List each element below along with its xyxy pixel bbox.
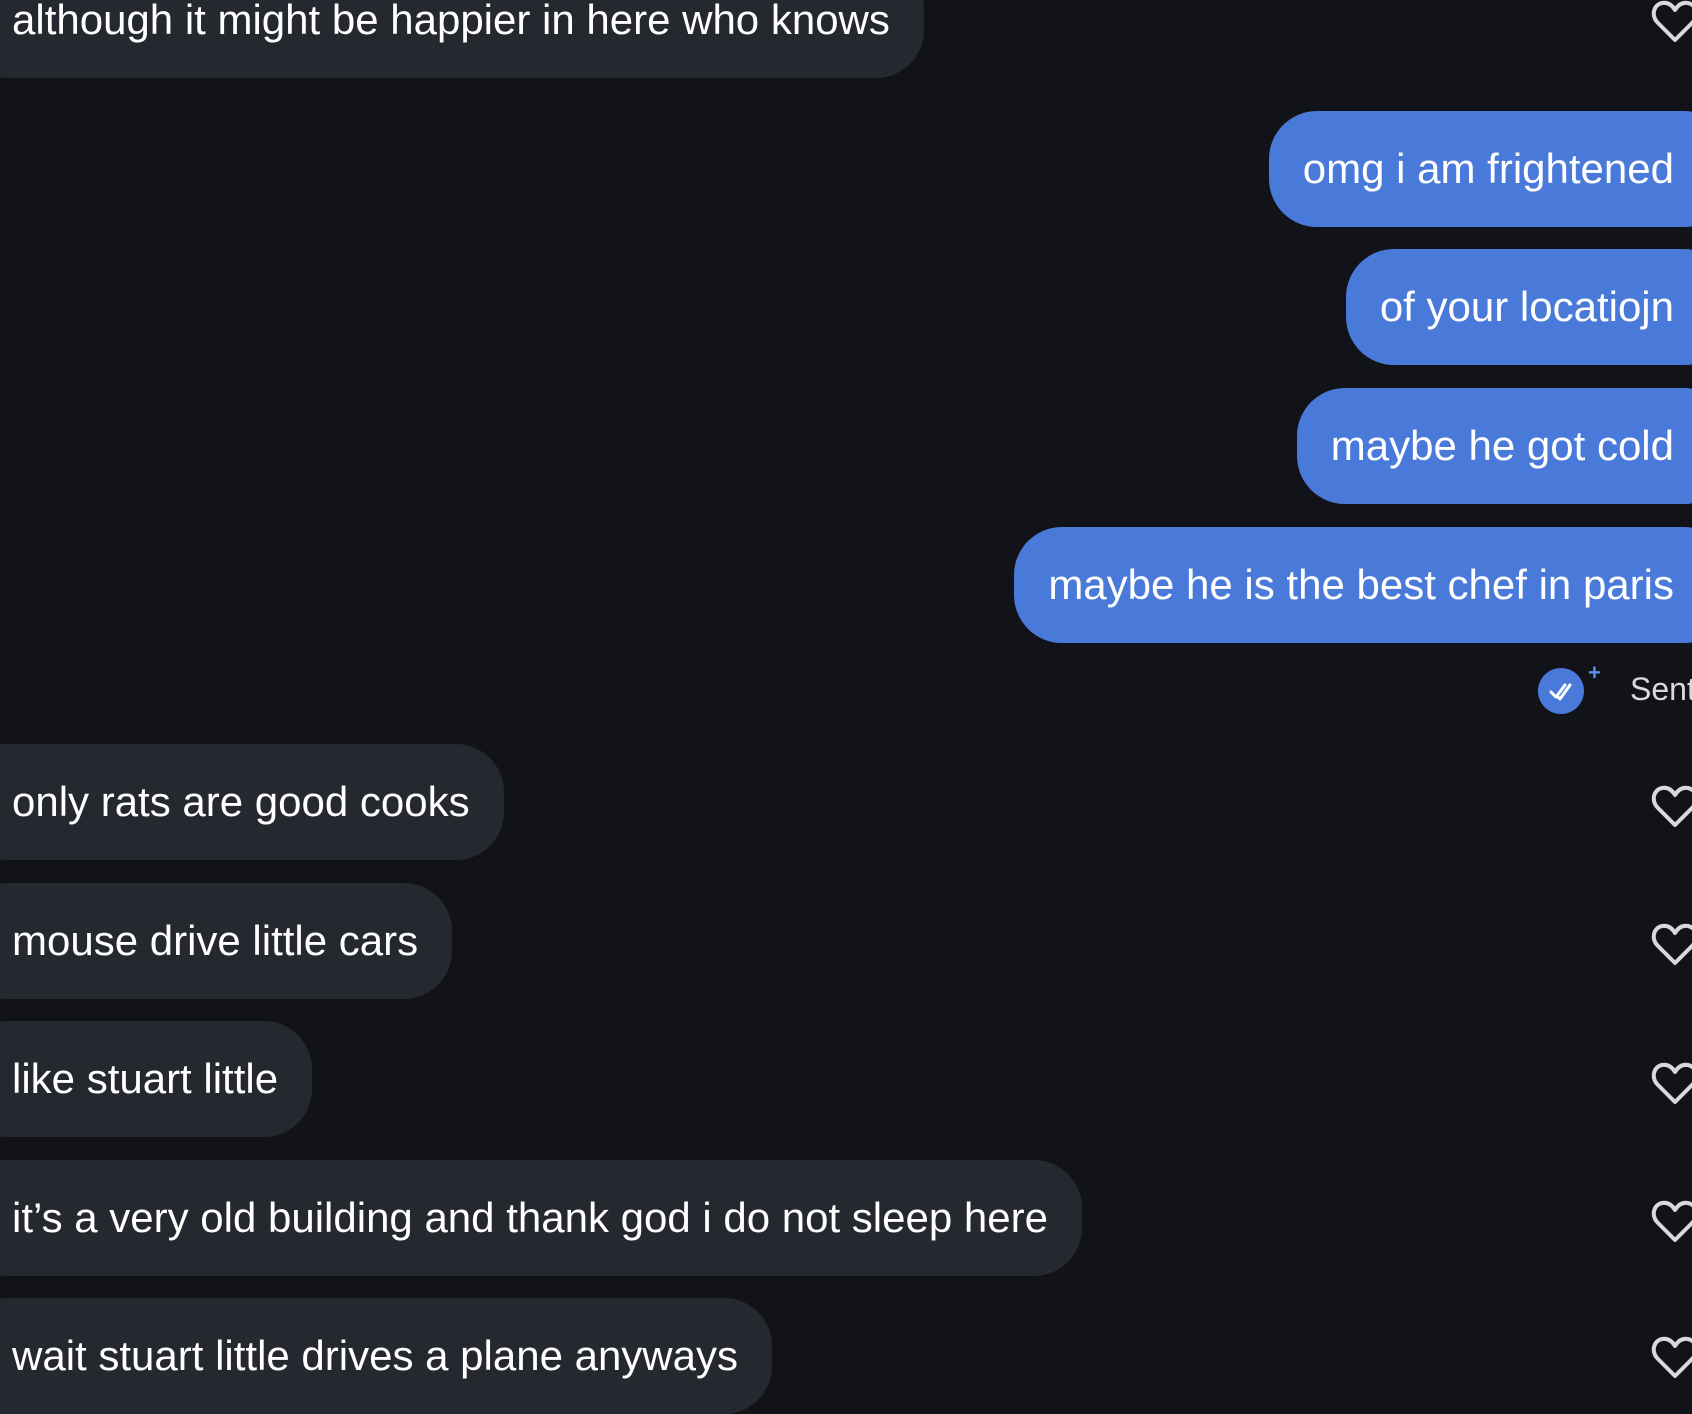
message-text: of your locatiojn — [1379, 283, 1674, 330]
delivery-status: + Sent — [1492, 660, 1692, 714]
message-bubble-received[interactable]: wait stuart little drives a plane anyway… — [0, 1298, 772, 1414]
like-heart-icon[interactable] — [1650, 1332, 1692, 1382]
message-text: omg i am frightened — [1302, 145, 1674, 192]
like-heart-icon[interactable] — [1650, 1058, 1692, 1108]
message-bubble-received[interactable]: although it might be happier in here who… — [0, 0, 924, 78]
message-bubble-sent[interactable]: of your locatiojn — [1345, 249, 1692, 365]
message-bubble-received[interactable]: like stuart little — [0, 1021, 313, 1137]
message-bubble-received[interactable]: only rats are good cooks — [0, 744, 504, 860]
message-bubble-received[interactable]: it’s a very old building and thank god i… — [0, 1160, 1082, 1276]
like-heart-icon[interactable] — [1650, 781, 1692, 831]
message-text: maybe he got cold — [1330, 422, 1674, 469]
message-bubble-sent[interactable]: maybe he got cold — [1296, 388, 1692, 504]
message-text: like stuart little — [12, 1055, 279, 1102]
like-heart-icon[interactable] — [1650, 919, 1692, 969]
message-text: wait stuart little drives a plane anyway… — [12, 1332, 738, 1379]
plus-icon: + — [1588, 660, 1601, 685]
like-heart-icon[interactable] — [1650, 1196, 1692, 1246]
message-text: it’s a very old building and thank god i… — [12, 1194, 1048, 1241]
status-text: Sent — [1630, 671, 1692, 707]
message-bubble-sent[interactable]: omg i am frightened — [1268, 111, 1692, 227]
message-text: although it might be happier in here who… — [12, 0, 890, 43]
double-check-icon — [1538, 668, 1584, 714]
like-heart-icon[interactable] — [1650, 0, 1692, 46]
message-text: mouse drive little cars — [12, 917, 419, 964]
message-text: maybe he is the best chef in paris — [1048, 561, 1674, 608]
message-text: only rats are good cooks — [12, 778, 470, 825]
message-bubble-received[interactable]: mouse drive little cars — [0, 883, 453, 999]
message-bubble-sent[interactable]: maybe he is the best chef in paris — [1014, 527, 1692, 643]
